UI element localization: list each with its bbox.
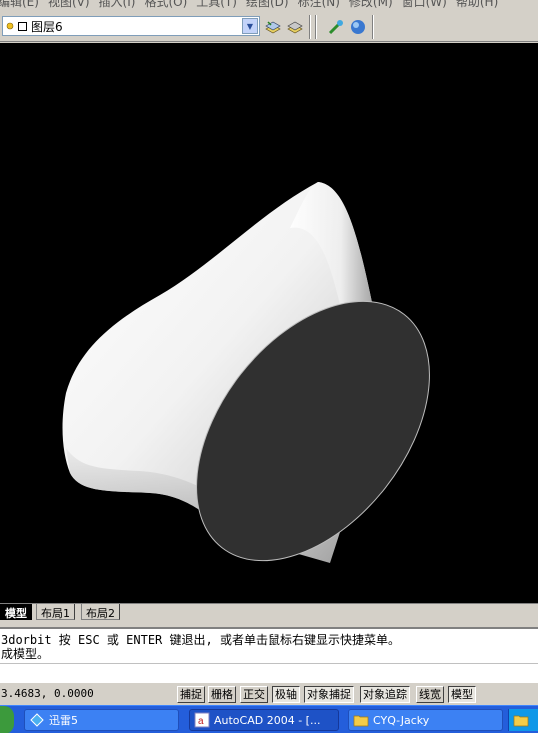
toolbar-separator	[372, 15, 374, 39]
folder-icon	[353, 715, 369, 727]
task-autocad[interactable]: a AutoCAD 2004 - [...	[189, 709, 339, 731]
menu-tools[interactable]: 工具(T)	[196, 0, 246, 10]
toolbar-separator	[315, 15, 317, 39]
system-tray	[508, 709, 538, 731]
snap-toggle[interactable]: 捕捉	[177, 686, 205, 703]
menu-edit[interactable]: 编辑(E)	[0, 0, 48, 10]
toolbar-separator	[309, 15, 311, 39]
tab-layout2[interactable]: 布局2	[81, 604, 120, 620]
start-button[interactable]	[0, 706, 14, 733]
task-folder[interactable]: CYQ-Jacky	[348, 709, 503, 731]
layers-toolbar: 图层6 ▼	[0, 10, 538, 42]
polar-toggle[interactable]: 极轴	[272, 686, 300, 703]
autocad-icon: a	[194, 712, 210, 728]
menu-insert[interactable]: 插入(I)	[99, 0, 145, 10]
folder-icon[interactable]	[513, 712, 529, 728]
3d-model-render	[62, 182, 430, 563]
windows-taskbar: 迅雷5 a AutoCAD 2004 - [... CYQ-Jacky	[0, 705, 538, 733]
otrack-toggle[interactable]: 对象追踪	[360, 686, 410, 703]
color-swatch	[18, 21, 27, 31]
command-history-line: 成模型。	[1, 647, 50, 661]
globe-icon[interactable]	[347, 16, 369, 38]
xunlei-icon	[30, 713, 44, 727]
layer-previous-icon[interactable]	[284, 16, 306, 38]
layout-tabs: 模型 布局1 布局2	[0, 603, 538, 621]
task-label: 迅雷5	[49, 714, 78, 727]
drawing-viewport[interactable]	[0, 43, 538, 604]
osnap-toggle[interactable]: 对象捕捉	[304, 686, 354, 703]
command-history-line: 3dorbit 按 ESC 或 ENTER 键退出, 或者单击鼠标右键显示快捷菜…	[1, 633, 400, 647]
tab-layout1[interactable]: 布局1	[36, 604, 75, 620]
status-bar: 3.4683, 0.0000 捕捉 栅格 正交 极轴 对象捕捉 对象追踪 线宽 …	[0, 684, 538, 704]
chevron-down-icon[interactable]: ▼	[242, 18, 258, 34]
coordinate-readout: 3.4683, 0.0000	[1, 687, 94, 700]
layer-name: 图层6	[31, 19, 63, 34]
layer-state-icon[interactable]	[262, 16, 284, 38]
properties-icon[interactable]	[325, 16, 347, 38]
menu-format[interactable]: 格式(O)	[144, 0, 196, 10]
svg-text:a: a	[198, 716, 204, 727]
menu-modify[interactable]: 修改(M)	[349, 0, 402, 10]
sun-icon	[6, 22, 14, 30]
menu-view[interactable]: 视图(V)	[48, 0, 99, 10]
task-xunlei[interactable]: 迅雷5	[24, 709, 179, 731]
menu-dimension[interactable]: 标注(N)	[298, 0, 349, 10]
menu-bar: 编辑(E) 视图(V) 插入(I) 格式(O) 工具(T) 绘图(D) 标注(N…	[0, 0, 538, 10]
menu-window[interactable]: 窗口(W)	[402, 0, 456, 10]
layer-combo[interactable]: 图层6 ▼	[2, 16, 260, 36]
task-label: AutoCAD 2004 - [...	[214, 713, 321, 727]
lineweight-toggle[interactable]: 线宽	[416, 686, 444, 703]
ortho-toggle[interactable]: 正交	[240, 686, 268, 703]
menu-draw[interactable]: 绘图(D)	[246, 0, 298, 10]
command-window: 3dorbit 按 ESC 或 ENTER 键退出, 或者单击鼠标右键显示快捷菜…	[0, 627, 538, 683]
tab-model[interactable]: 模型	[0, 604, 32, 620]
grid-toggle[interactable]: 栅格	[208, 686, 236, 703]
model-toggle[interactable]: 模型	[448, 686, 476, 703]
menu-help[interactable]: 帮助(H)	[456, 0, 507, 10]
command-input[interactable]	[0, 663, 538, 683]
task-label: CYQ-Jacky	[373, 713, 430, 727]
